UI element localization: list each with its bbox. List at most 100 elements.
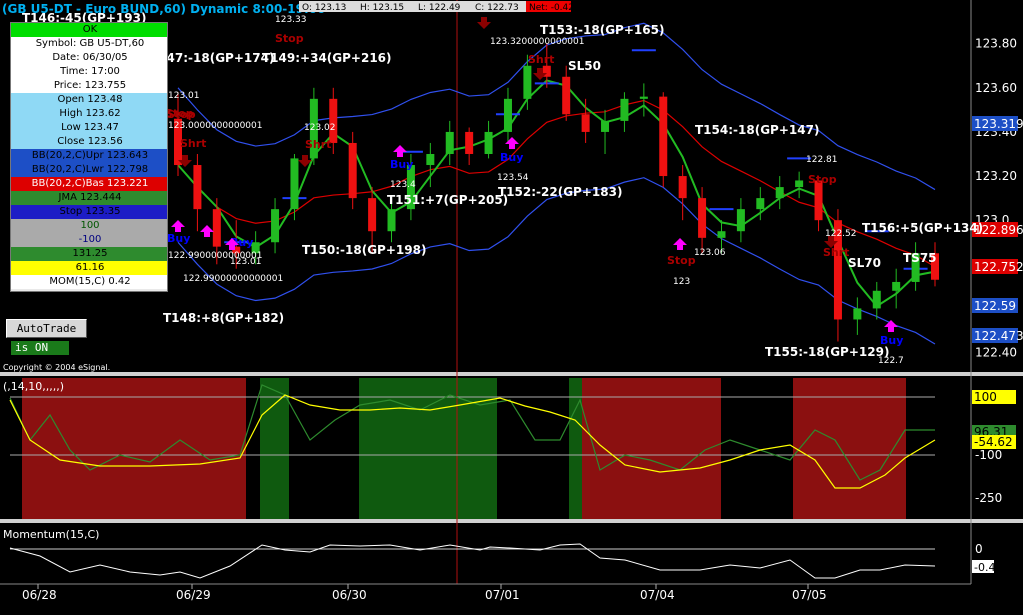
info-row: Time: 17:00 bbox=[11, 65, 167, 79]
trade-label: T148:+8(GP+182) bbox=[163, 311, 284, 325]
candle-body bbox=[426, 153, 435, 166]
candle-body bbox=[698, 198, 707, 238]
candle-body bbox=[601, 120, 610, 132]
candle-body bbox=[620, 98, 629, 121]
candle-body bbox=[329, 98, 338, 143]
candle-body bbox=[814, 180, 823, 221]
price-badge-label: 123.319 bbox=[974, 117, 1023, 131]
copyright: Copyright © 2004 eSignal. bbox=[3, 363, 110, 372]
candle-body bbox=[290, 158, 299, 210]
price-note: 122.7 bbox=[878, 356, 904, 366]
candle-body bbox=[484, 131, 493, 154]
cci-badge-label: -54.62 bbox=[974, 435, 1013, 449]
trade-label: T147:-18(GP+174) bbox=[150, 51, 274, 65]
trade-label: T149:+34(GP+216) bbox=[262, 51, 392, 65]
momentum-panel-title: Momentum(15,C) bbox=[3, 528, 99, 541]
candle-body bbox=[562, 76, 571, 115]
trade-label: SL50 bbox=[568, 59, 601, 73]
momentum-tick-label: 0 bbox=[975, 542, 983, 556]
price-note: 123.02 bbox=[304, 123, 336, 133]
candle-body bbox=[212, 209, 221, 247]
autotrade-button[interactable]: AutoTrade bbox=[6, 319, 87, 338]
candle-body bbox=[717, 231, 726, 238]
low-readout: L: 122.49 bbox=[418, 3, 461, 13]
candle-body bbox=[348, 142, 357, 199]
info-row: 131.25 bbox=[11, 247, 167, 261]
signal-label: Shrt bbox=[305, 138, 331, 151]
info-row: 100 bbox=[11, 219, 167, 233]
info-row: 61.16 bbox=[11, 261, 167, 275]
candle-body bbox=[659, 96, 668, 177]
panel-separator[interactable] bbox=[0, 519, 1023, 523]
trade-label: T150:-18(GP+198) bbox=[302, 243, 426, 257]
candle-body bbox=[853, 308, 862, 320]
trade-label: SL70 bbox=[848, 256, 881, 270]
momentum-badge-label: -0.4 bbox=[974, 561, 995, 574]
price-note: 122.81 bbox=[806, 155, 838, 165]
info-row: Close 123.56 bbox=[11, 135, 167, 149]
info-row: Symbol: GB U5-DT,60 bbox=[11, 37, 167, 51]
candle-body bbox=[639, 96, 648, 99]
candle-body bbox=[872, 290, 881, 309]
cci-tick-label: -250 bbox=[975, 491, 1002, 505]
info-row: BB(20,2,C)Lwr 122.798 bbox=[11, 163, 167, 177]
price-note: 123 bbox=[673, 277, 690, 287]
info-row: Stop 123.35 bbox=[11, 205, 167, 219]
signal-label: Stop bbox=[808, 173, 837, 186]
autotrade-status: is ON bbox=[11, 341, 69, 355]
trade-label: T151:+7(GP+205) bbox=[387, 193, 508, 207]
price-badge-label: 122.752 bbox=[974, 260, 1023, 274]
price-tick-label: 123.20 bbox=[975, 169, 1017, 183]
candle-body bbox=[678, 176, 687, 199]
info-row: High 123.62 bbox=[11, 107, 167, 121]
date-label: 06/28 bbox=[22, 588, 57, 602]
price-note: 122.9900000000001 bbox=[168, 251, 262, 261]
signal-label: Stop bbox=[667, 254, 696, 267]
candle-body bbox=[756, 198, 765, 210]
signal-label: Stop bbox=[167, 108, 196, 121]
info-row: Date: 06/30/05 bbox=[11, 51, 167, 65]
candle-body bbox=[775, 187, 784, 199]
high-readout: H: 123.15 bbox=[360, 3, 404, 13]
cursor-info-window[interactable]: OK Symbol: GB U5-DT,60 Date: 06/30/05 Time:… bbox=[10, 22, 168, 292]
cci-region bbox=[793, 378, 906, 519]
info-row: BB(20,2,C)Bas 123.221 bbox=[11, 177, 167, 191]
trade-label: TS75 bbox=[903, 251, 937, 265]
candle-body bbox=[387, 209, 396, 232]
info-row: Open 123.48 bbox=[11, 93, 167, 107]
signal-label: Buy bbox=[390, 158, 413, 171]
price-tick-label: 123.80 bbox=[975, 37, 1017, 51]
candle-body bbox=[368, 198, 377, 232]
signal-label: Shrt bbox=[823, 246, 849, 259]
price-badge-label: 122.473 bbox=[974, 329, 1023, 343]
trade-label: T152:-22(GP+183) bbox=[498, 185, 622, 199]
price-note: 123.33 bbox=[275, 15, 307, 25]
candle-body bbox=[523, 65, 532, 99]
cci-region bbox=[260, 378, 289, 519]
info-row: MOM(15,C) 0.42 bbox=[11, 275, 167, 289]
panel-separator[interactable] bbox=[0, 372, 1023, 376]
date-label: 06/29 bbox=[176, 588, 211, 602]
trade-label: T154:-18(GP+147) bbox=[695, 123, 819, 137]
cci-region bbox=[22, 378, 246, 519]
price-note: 123.01 bbox=[168, 91, 200, 101]
signal-label: Buy bbox=[167, 232, 190, 245]
date-label: 06/30 bbox=[332, 588, 367, 602]
price-note: 123.3200000000001 bbox=[490, 37, 584, 47]
candle-body bbox=[892, 281, 901, 291]
trade-label: T155:-18(GP+129) bbox=[765, 345, 889, 359]
info-row: JMA 123.444 bbox=[11, 191, 167, 205]
price-badge-label: 122.59 bbox=[974, 299, 1016, 313]
signal-label: Stop bbox=[275, 32, 304, 45]
net-change: Net: -0.42 bbox=[529, 3, 574, 13]
info-row: -100 bbox=[11, 233, 167, 247]
trade-label: T153:-18(GP+165) bbox=[540, 23, 664, 37]
candle-body bbox=[445, 131, 454, 154]
price-tick-label: 122.40 bbox=[975, 346, 1017, 360]
trade-label: T156:+5(GP+134) bbox=[862, 221, 983, 235]
date-label: 07/05 bbox=[792, 588, 827, 602]
candle-body bbox=[581, 114, 590, 132]
candle-body bbox=[795, 180, 804, 188]
candle-body bbox=[465, 131, 474, 154]
cci-badge-label: 100 bbox=[974, 390, 997, 404]
